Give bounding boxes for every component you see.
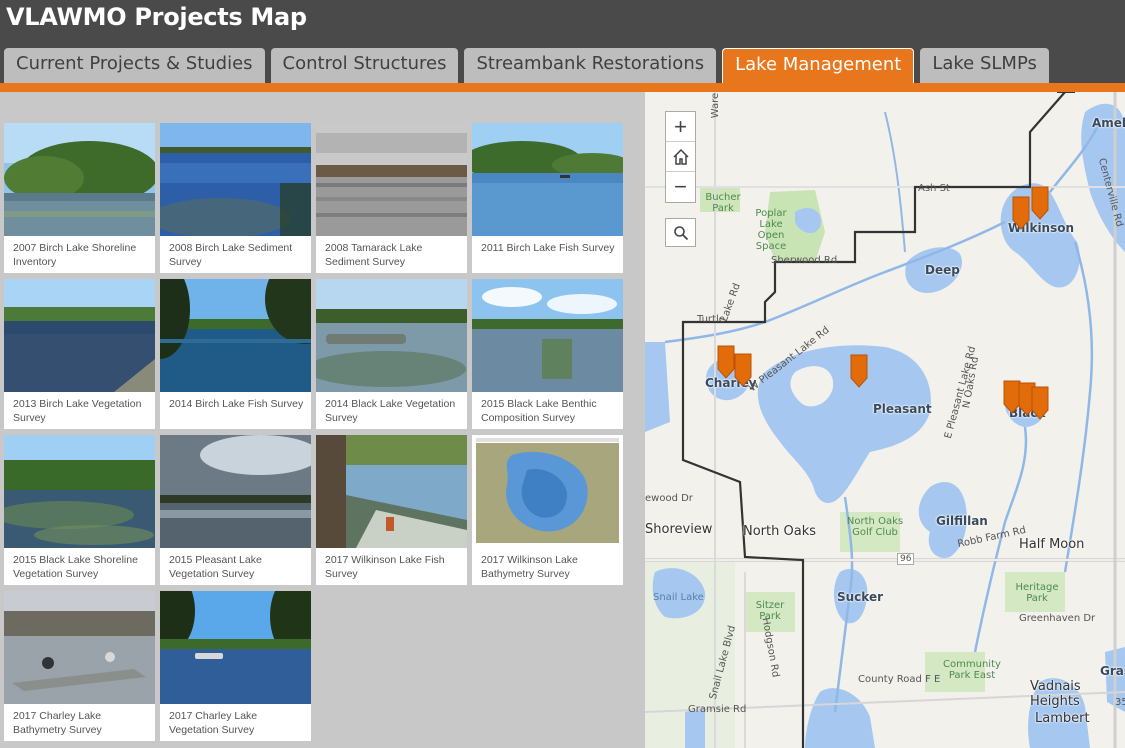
park-label-heritage: Heritage Park bbox=[1015, 582, 1059, 604]
road-label-gramsie: Gramsie Rd bbox=[688, 704, 747, 715]
park-label-community: Community Park East bbox=[943, 659, 1001, 681]
road-label-greenhaven: Greenhaven Dr bbox=[1019, 613, 1096, 624]
map-pin-icon[interactable] bbox=[1031, 186, 1049, 220]
project-photo bbox=[4, 591, 155, 704]
projects-map[interactable]: Amel Wilkinson Deep Charley Pleasant Bla… bbox=[645, 92, 1125, 748]
road-label-sherwood: Sherwood Rd bbox=[771, 255, 838, 266]
tab-control-structures[interactable]: Control Structures bbox=[270, 48, 459, 83]
app-title: VLAWMO Projects Map bbox=[6, 3, 307, 31]
gallery-caption: 2007 Birch Lake Shoreline Inventory bbox=[13, 242, 137, 268]
map-pin-icon[interactable] bbox=[717, 345, 735, 379]
lake-label-sucker: Sucker bbox=[837, 590, 884, 604]
gallery-card[interactable]: 2015 Pleasant Lake Vegetation Survey bbox=[160, 435, 311, 585]
gallery-card[interactable]: 2017 Wilkinson Lake Fish Survey bbox=[316, 435, 467, 585]
gallery-card[interactable]: 2014 Black Lake Vegetation Survey bbox=[316, 279, 467, 429]
road-label-ash-st: Ash St bbox=[918, 183, 950, 194]
project-photo bbox=[472, 279, 623, 392]
tab-bar: Current Projects & Studies Control Struc… bbox=[4, 48, 1049, 84]
map-zoom-controls: + − bbox=[665, 111, 696, 203]
gallery-card[interactable]: 2011 Birch Lake Fish Survey bbox=[472, 123, 623, 273]
map-pin-icon[interactable] bbox=[734, 353, 752, 387]
park-label-sitzer: Sitzer Park bbox=[755, 600, 785, 622]
app-header: VLAWMO Projects Map Current Projects & S… bbox=[0, 0, 1125, 84]
town-label-half-moon: Half Moon bbox=[1019, 537, 1085, 552]
park-label-bucher: Bucher Park bbox=[705, 192, 741, 214]
project-photo bbox=[472, 123, 623, 236]
town-label-lambert: Lambert bbox=[1035, 711, 1090, 726]
gallery-caption: 2015 Pleasant Lake Vegetation Survey bbox=[169, 554, 262, 580]
project-photo bbox=[316, 123, 467, 236]
gallery-caption: 2014 Black Lake Vegetation Survey bbox=[325, 398, 456, 424]
gallery-card[interactable]: 2008 Tamarack Lake Sediment Survey bbox=[316, 123, 467, 273]
gallery-caption: 2017 Charley Lake Bathymetry Survey bbox=[13, 710, 102, 736]
road-label-wood-dr: ewood Dr bbox=[645, 493, 693, 504]
gallery-card[interactable]: 2013 Birch Lake Vegetation Survey bbox=[4, 279, 155, 429]
gallery-card[interactable]: 2015 Black Lake Shoreline Vegetation Sur… bbox=[4, 435, 155, 585]
tab-streambank-restorations[interactable]: Streambank Restorations bbox=[464, 48, 717, 83]
zoom-in-button[interactable]: + bbox=[666, 112, 695, 142]
tab-lake-management[interactable]: Lake Management bbox=[722, 48, 915, 83]
road-label-county-road-f: County Road F E bbox=[858, 674, 941, 685]
zoom-out-button[interactable]: − bbox=[666, 172, 695, 202]
map-pin-icon[interactable] bbox=[850, 354, 868, 388]
gallery-caption: 2008 Tamarack Lake Sediment Survey bbox=[325, 242, 423, 268]
road-shield-96: 96 bbox=[897, 553, 915, 565]
gallery-caption: 2011 Birch Lake Fish Survey bbox=[481, 242, 615, 254]
gallery-card[interactable]: 2017 Wilkinson Lake Bathymetry Survey bbox=[472, 435, 623, 585]
lake-label-amelia: Amel bbox=[1092, 116, 1125, 130]
project-photo bbox=[160, 435, 311, 548]
project-gallery: 2007 Birch Lake Shoreline Inventory 2008… bbox=[0, 92, 645, 748]
gallery-card[interactable]: 2008 Birch Lake Sediment Survey bbox=[160, 123, 311, 273]
home-button[interactable] bbox=[666, 142, 695, 172]
road-label-ware: Ware bbox=[710, 92, 722, 119]
lake-label-pleasant: Pleasant bbox=[873, 402, 932, 416]
project-photo bbox=[4, 123, 155, 236]
town-label-vadnais-heights: Vadnais Heights bbox=[1030, 679, 1081, 709]
map-pin-icon[interactable] bbox=[1031, 386, 1049, 420]
town-label-shoreview: Shoreview bbox=[645, 522, 713, 537]
project-photo bbox=[316, 279, 467, 392]
search-icon bbox=[673, 225, 688, 240]
accent-bar bbox=[0, 83, 1125, 92]
tab-lake-slmps[interactable]: Lake SLMPs bbox=[920, 48, 1049, 83]
bathymetry-map-image bbox=[472, 435, 623, 548]
map-pin-icon[interactable] bbox=[1012, 196, 1030, 230]
project-photo bbox=[160, 279, 311, 392]
project-photo bbox=[4, 279, 155, 392]
road-shield-35: 35 bbox=[1115, 697, 1125, 708]
gallery-caption: 2008 Birch Lake Sediment Survey bbox=[169, 242, 293, 268]
project-photo bbox=[160, 123, 311, 236]
home-icon bbox=[672, 148, 689, 165]
project-photo bbox=[160, 591, 311, 704]
gallery-caption: 2017 Wilkinson Lake Bathymetry Survey bbox=[481, 554, 578, 580]
gallery-caption: 2015 Black Lake Benthic Composition Surv… bbox=[481, 398, 597, 424]
map-basemap bbox=[645, 92, 1125, 748]
town-label-north-oaks: North Oaks bbox=[743, 524, 816, 539]
tab-current-projects[interactable]: Current Projects & Studies bbox=[4, 48, 265, 83]
map-search-button[interactable] bbox=[665, 218, 696, 247]
gallery-card[interactable]: 2017 Charley Lake Bathymetry Survey bbox=[4, 591, 155, 741]
project-photo bbox=[4, 435, 155, 548]
lake-label-grass: Gras bbox=[1100, 664, 1125, 678]
park-label-golf-club: North Oaks Golf Club bbox=[846, 516, 904, 538]
gallery-caption: 2017 Wilkinson Lake Fish Survey bbox=[325, 554, 445, 580]
gallery-caption: 2017 Charley Lake Vegetation Survey bbox=[169, 710, 258, 736]
gallery-card[interactable]: 2015 Black Lake Benthic Composition Surv… bbox=[472, 279, 623, 429]
lake-label-snail: Snail Lake bbox=[653, 592, 704, 603]
lake-label-gilfillan: Gilfillan bbox=[936, 514, 988, 528]
gallery-caption: 2013 Birch Lake Vegetation Survey bbox=[13, 398, 142, 424]
gallery-card[interactable]: 2007 Birch Lake Shoreline Inventory bbox=[4, 123, 155, 273]
gallery-caption: 2014 Birch Lake Fish Survey bbox=[169, 398, 304, 410]
gallery-card[interactable]: 2017 Charley Lake Vegetation Survey bbox=[160, 591, 311, 741]
project-photo bbox=[316, 435, 467, 548]
gallery-card[interactable]: 2014 Birch Lake Fish Survey bbox=[160, 279, 311, 429]
gallery-caption: 2015 Black Lake Shoreline Vegetation Sur… bbox=[13, 554, 138, 580]
park-label-poplar: Poplar Lake Open Space bbox=[755, 208, 787, 252]
lake-label-deep: Deep bbox=[925, 263, 960, 277]
